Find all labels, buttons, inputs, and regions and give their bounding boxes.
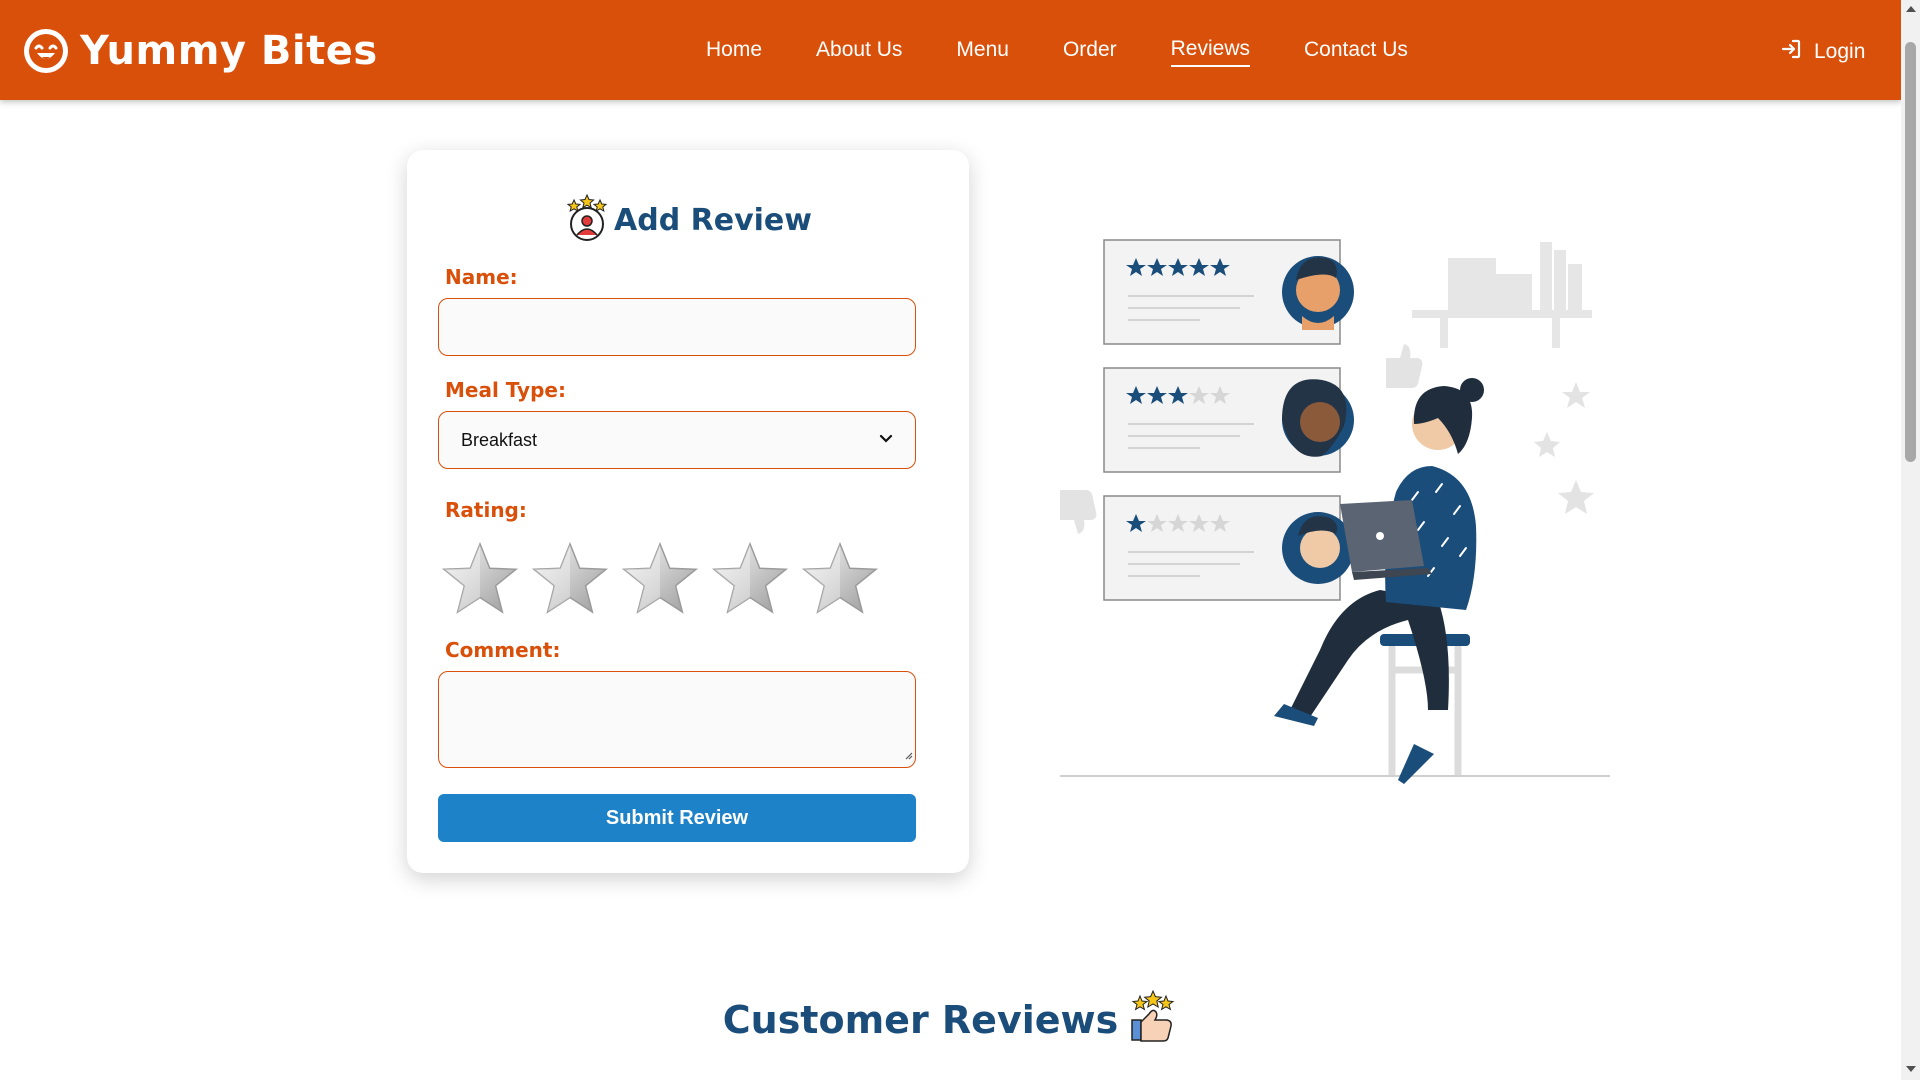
rating-star-2[interactable] <box>531 540 609 618</box>
illustration-review-card-3 <box>1103 495 1354 601</box>
name-label: Name: <box>445 265 518 289</box>
nav-item-about-us[interactable]: About Us <box>816 34 902 66</box>
illustration-review-card-1 <box>1103 239 1354 345</box>
rating-star-4[interactable] <box>711 540 789 618</box>
navbar: Yummy Bites Home About Us Menu Order Rev… <box>0 0 1901 100</box>
brand-logo[interactable]: Yummy Bites <box>24 28 378 74</box>
comment-textarea[interactable] <box>438 671 916 768</box>
reviewer-stars-icon <box>564 193 610 247</box>
comment-label: Comment: <box>445 638 561 662</box>
rating-star-5[interactable] <box>801 540 879 618</box>
nav-item-menu[interactable]: Menu <box>956 34 1009 66</box>
add-review-heading: Add Review <box>407 193 969 247</box>
thumbs-up-stars-icon <box>1128 989 1178 1049</box>
review-illustration <box>1040 230 1620 790</box>
nav-item-reviews[interactable]: Reviews <box>1170 33 1250 67</box>
meal-type-value: Breakfast <box>461 429 538 450</box>
rating-label: Rating: <box>445 498 527 522</box>
rating-stars <box>441 540 879 618</box>
meal-type-label: Meal Type: <box>445 378 566 402</box>
rating-star-3[interactable] <box>621 540 699 618</box>
name-input[interactable] <box>438 298 916 356</box>
login-label: Login <box>1814 40 1866 63</box>
nav-item-contact-us[interactable]: Contact Us <box>1304 34 1408 66</box>
scroll-thumb[interactable] <box>1905 42 1916 462</box>
resize-grip-icon[interactable] <box>903 747 913 765</box>
illustration-review-card-2 <box>1103 367 1354 473</box>
customer-reviews-title: Customer Reviews <box>722 997 1119 1042</box>
page-scrollbar[interactable] <box>1901 0 1920 1080</box>
meal-type-select[interactable]: Breakfast <box>438 411 916 469</box>
customer-reviews-heading: Customer Reviews <box>0 989 1901 1049</box>
add-review-title: Add Review <box>614 203 812 238</box>
chevron-down-icon <box>879 431 893 449</box>
nav-item-order[interactable]: Order <box>1063 34 1117 66</box>
submit-review-button[interactable]: Submit Review <box>438 794 916 842</box>
sign-in-icon <box>1780 38 1802 66</box>
scroll-up-arrow-icon[interactable] <box>1906 6 1916 12</box>
brand-title: Yummy Bites <box>80 28 378 74</box>
smiley-face-icon <box>24 29 68 73</box>
login-button[interactable]: Login <box>1780 38 1865 66</box>
scroll-down-arrow-icon[interactable] <box>1906 1066 1916 1072</box>
rating-star-1[interactable] <box>441 540 519 618</box>
add-review-card: Add Review Name: Meal Type: Breakfast Ra… <box>407 150 969 873</box>
nav-links: Home About Us Menu Order Reviews Contact… <box>706 0 1462 100</box>
nav-item-home[interactable]: Home <box>706 34 762 66</box>
